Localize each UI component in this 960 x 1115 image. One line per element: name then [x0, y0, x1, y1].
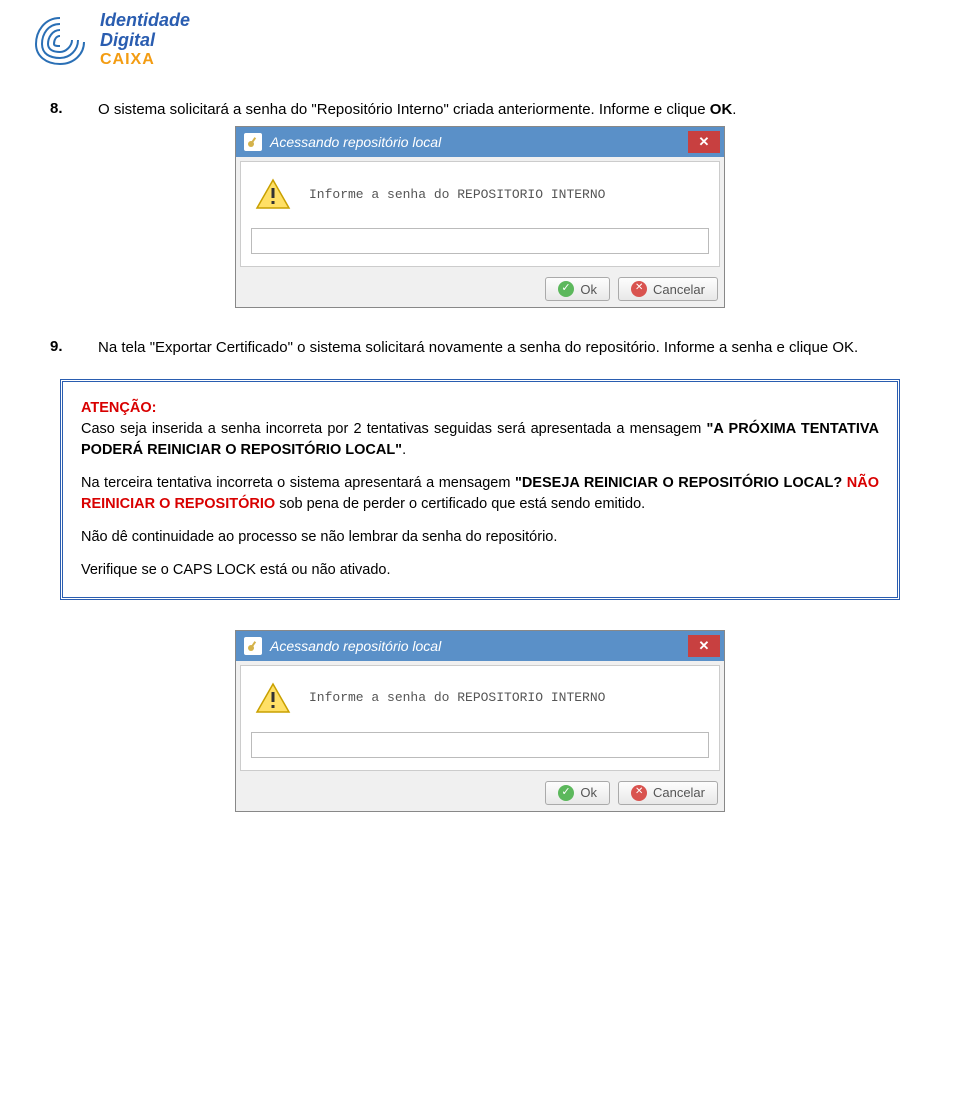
- step-9: 9. Na tela "Exportar Certificado" o sist…: [50, 338, 940, 358]
- attention-box: ATENÇÃO: Caso seja inserida a senha inco…: [60, 379, 900, 600]
- attention-p2d: sob pena de perder o certificado que est…: [275, 496, 645, 512]
- logo-text: Identidade Digital CAIXA: [100, 11, 190, 68]
- step-8-text-a: O sistema solicitará a senha do "Reposit…: [98, 101, 710, 118]
- logo-line1: Identidade: [100, 11, 190, 31]
- step-8-num: 8.: [50, 100, 68, 117]
- close-button[interactable]: ✕: [688, 131, 720, 153]
- attention-p2a: Na terceira tentativa incorreta o sistem…: [81, 475, 515, 491]
- cancel-icon: [631, 785, 647, 801]
- check-icon: [558, 281, 574, 297]
- cancel-label-2: Cancelar: [653, 785, 705, 800]
- dialog-body: Informe a senha do REPOSITORIO INTERNO: [240, 161, 720, 267]
- close-button-2[interactable]: ✕: [688, 635, 720, 657]
- dialog-prompt: Informe a senha do REPOSITORIO INTERNO: [309, 187, 605, 202]
- dialog-prompt-2: Informe a senha do REPOSITORIO INTERNO: [309, 690, 605, 705]
- attention-p3: Não dê continuidade ao processo se não l…: [81, 527, 879, 548]
- warning-icon: [255, 682, 291, 714]
- dialog-titlebar: Acessando repositório local ✕: [236, 127, 724, 157]
- password-input[interactable]: [251, 228, 709, 254]
- ok-label: Ok: [580, 282, 597, 297]
- dialog-footer-2: Ok Cancelar: [236, 775, 724, 811]
- step-8: 8. O sistema solicitará a senha do "Repo…: [50, 100, 940, 120]
- password-dialog-2: Acessando repositório local ✕ Informe a …: [235, 630, 725, 812]
- step-8-text-b: OK: [710, 101, 733, 118]
- dialog-title-2: Acessando repositório local: [270, 638, 680, 654]
- attention-p1a: Caso seja inserida a senha incorreta por…: [81, 421, 707, 437]
- cancel-button-2[interactable]: Cancelar: [618, 781, 718, 805]
- key-icon: [244, 133, 262, 151]
- key-icon: [244, 637, 262, 655]
- attention-p2b: "DESEJA REINICIAR O REPOSITÓRIO LOCAL?: [515, 475, 842, 491]
- warning-icon: [255, 178, 291, 210]
- logo-line3: CAIXA: [100, 51, 190, 69]
- check-icon: [558, 785, 574, 801]
- attention-p4: Verifique se o CAPS LOCK está ou não ati…: [81, 560, 879, 581]
- cancel-button[interactable]: Cancelar: [618, 277, 718, 301]
- step-8-text-c: .: [732, 101, 736, 118]
- ok-label-2: Ok: [580, 785, 597, 800]
- dialog-titlebar-2: Acessando repositório local ✕: [236, 631, 724, 661]
- attention-title: ATENÇÃO:: [81, 400, 156, 416]
- step-9-text: Na tela "Exportar Certificado" o sistema…: [98, 338, 858, 358]
- step-9-num: 9.: [50, 338, 68, 355]
- password-input-2[interactable]: [251, 732, 709, 758]
- dialog-title: Acessando repositório local: [270, 134, 680, 150]
- dialog-body-2: Informe a senha do REPOSITORIO INTERNO: [240, 665, 720, 771]
- header-logo: Identidade Digital CAIXA: [20, 0, 940, 70]
- cancel-label: Cancelar: [653, 282, 705, 297]
- logo-line2: Digital: [100, 31, 190, 51]
- ok-button-2[interactable]: Ok: [545, 781, 610, 805]
- step-8-text: O sistema solicitará a senha do "Reposit…: [98, 100, 736, 120]
- attention-p1c: .: [402, 442, 406, 458]
- fingerprint-logo-icon: [30, 10, 90, 70]
- dialog-footer: Ok Cancelar: [236, 271, 724, 307]
- ok-button[interactable]: Ok: [545, 277, 610, 301]
- password-dialog: Acessando repositório local ✕ Informe a …: [235, 126, 725, 308]
- cancel-icon: [631, 281, 647, 297]
